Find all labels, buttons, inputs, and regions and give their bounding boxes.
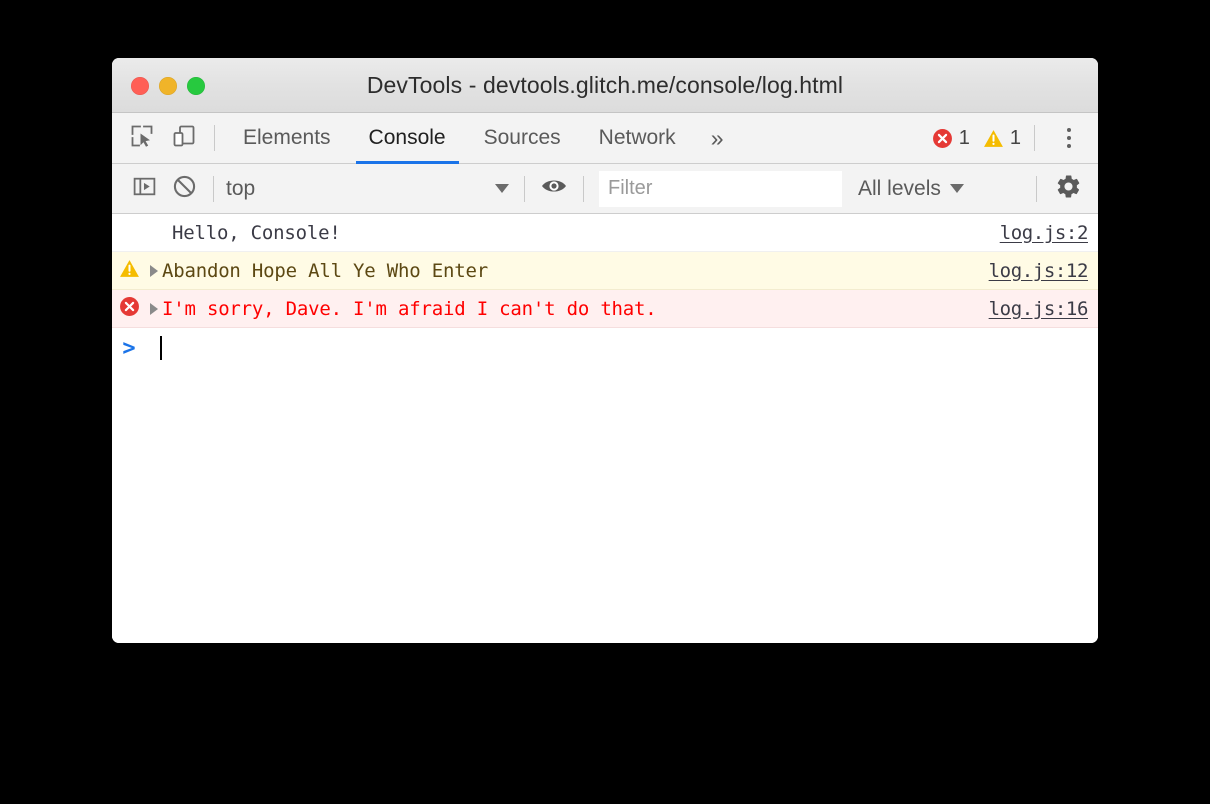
message-level-icon-slot (112, 296, 146, 322)
console-prompt-caret (160, 336, 162, 360)
chevron-double-right-icon: » (710, 124, 724, 151)
panel-tabs: Elements Console Sources Network » (224, 113, 739, 164)
gear-icon (1055, 173, 1082, 205)
console-toolbar-separator-3 (583, 175, 584, 202)
tab-elements-label: Elements (243, 126, 331, 149)
console-message-source-link[interactable]: log.js:2 (1000, 222, 1089, 244)
clear-console-button[interactable] (164, 169, 204, 209)
kebab-dot (1067, 144, 1071, 148)
kebab-dot (1067, 128, 1071, 132)
live-expression-eye-icon (540, 174, 568, 203)
error-count-badge[interactable]: 1 (932, 127, 970, 150)
tab-sources-label: Sources (483, 126, 561, 149)
console-message-text: Abandon Hope All Ye Who Enter (162, 259, 488, 282)
log-level-label: All levels (858, 176, 941, 200)
window-titlebar: DevTools - devtools.glitch.me/console/lo… (112, 58, 1098, 113)
error-circle-icon (932, 128, 953, 149)
tab-console[interactable]: Console (350, 113, 465, 164)
log-level-selector[interactable]: All levels (858, 177, 964, 201)
devtools-window: DevTools - devtools.glitch.me/console/lo… (112, 58, 1098, 643)
warning-count-badge[interactable]: 1 (983, 127, 1021, 150)
console-settings-button[interactable] (1046, 167, 1090, 211)
console-message-log[interactable]: Hello, Console! log.js:2 (112, 214, 1098, 252)
message-expand-triangle[interactable] (146, 264, 162, 277)
warning-triangle-icon (983, 128, 1004, 149)
console-sidebar-toggle-button[interactable] (124, 169, 164, 209)
console-message-text: I'm sorry, Dave. I'm afraid I can't do t… (162, 297, 657, 320)
warning-triangle-icon (119, 258, 140, 284)
tab-console-label: Console (368, 126, 446, 149)
message-expand-triangle[interactable] (146, 302, 162, 315)
console-message-source-link[interactable]: log.js:12 (989, 260, 1089, 282)
error-count-value: 1 (958, 126, 970, 149)
page-root: DevTools - devtools.glitch.me/console/lo… (0, 0, 1210, 804)
console-prompt-chevron-icon: > (122, 335, 136, 361)
inspect-element-button[interactable] (121, 117, 163, 159)
inspect-element-icon (129, 123, 155, 154)
console-prompt-row[interactable]: > (112, 328, 1098, 368)
console-message-warning[interactable]: Abandon Hope All Ye Who Enter log.js:12 (112, 252, 1098, 290)
live-expression-button[interactable] (534, 169, 574, 209)
devtools-main-menu-button[interactable] (1050, 119, 1088, 157)
console-toolbar: top All levels (112, 164, 1098, 214)
console-sidebar-icon (132, 174, 157, 204)
console-message-source-link[interactable]: log.js:16 (989, 298, 1089, 320)
tab-elements[interactable]: Elements (224, 113, 350, 164)
console-toolbar-right (1027, 167, 1098, 211)
chevron-down-icon (495, 184, 509, 193)
window-title: DevTools - devtools.glitch.me/console/lo… (366, 71, 844, 98)
close-window-button[interactable] (131, 76, 149, 95)
message-level-icon-slot (112, 258, 146, 284)
console-message-text: Hello, Console! (172, 221, 341, 244)
more-tabs-button[interactable]: » (695, 113, 740, 164)
minimize-window-button[interactable] (159, 76, 177, 95)
status-separator (1034, 125, 1035, 151)
traffic-light-group (131, 58, 205, 113)
kebab-dot (1067, 136, 1071, 140)
console-filter-input[interactable] (599, 170, 842, 207)
tabbar-separator (214, 125, 215, 151)
console-message-error[interactable]: I'm sorry, Dave. I'm afraid I can't do t… (112, 290, 1098, 328)
console-toolbar-separator-4 (1036, 175, 1037, 202)
tab-sources[interactable]: Sources (465, 113, 580, 164)
zoom-window-button[interactable] (187, 76, 205, 95)
tab-network[interactable]: Network (580, 113, 695, 164)
device-toolbar-icon (171, 123, 197, 154)
clear-console-icon (172, 174, 197, 204)
error-circle-icon (119, 296, 140, 322)
tab-network-label: Network (598, 126, 676, 149)
device-toolbar-button[interactable] (163, 117, 205, 159)
devtools-tabbar: Elements Console Sources Network » 1 1 (112, 113, 1098, 164)
tabbar-status-area: 1 1 (932, 113, 1098, 164)
warning-count-value: 1 (1009, 126, 1021, 149)
console-toolbar-separator (213, 175, 214, 202)
console-toolbar-separator-2 (524, 175, 525, 202)
execution-context-value: top (226, 176, 256, 200)
execution-context-selector[interactable]: top (223, 164, 515, 214)
chevron-down-icon (949, 184, 964, 193)
console-message-list: Hello, Console! log.js:2 Abandon Hope Al… (112, 214, 1098, 643)
